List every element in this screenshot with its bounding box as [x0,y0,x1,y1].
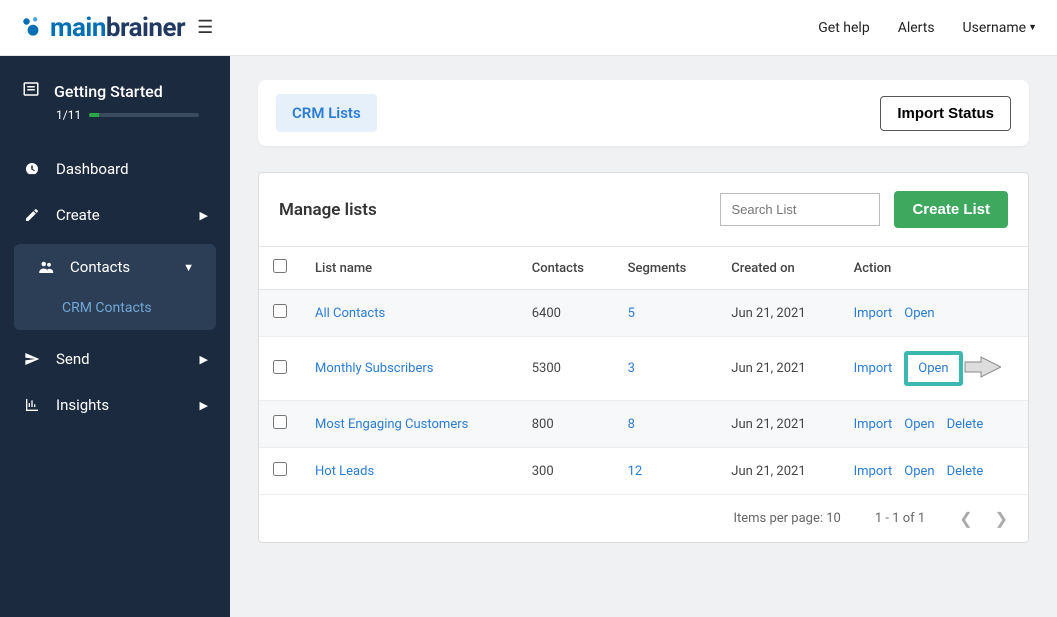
menu-icon[interactable]: ☰ [197,17,213,38]
sidebar-item-label: Insights [56,396,109,414]
chevron-right-icon: ▶ [200,209,208,222]
action-open[interactable]: Open [904,464,934,479]
pagination: Items per page: 10 1 - 1 of 1 ❮ ❯ [259,495,1028,542]
sidebar-item-label: Send [56,350,90,368]
action-delete[interactable]: Delete [947,417,984,432]
progress-bar [89,113,199,117]
col-created: Created on [717,247,839,290]
action-import[interactable]: Import [854,464,893,479]
list-name-link[interactable]: Monthly Subscribers [315,361,433,376]
segments-link[interactable]: 3 [628,361,635,376]
action-import[interactable]: Import [854,361,893,376]
next-page-button[interactable]: ❯ [995,509,1008,528]
list-name-link[interactable]: Hot Leads [315,464,374,479]
list-card: Manage lists Create List List name Conta… [258,172,1029,543]
items-per-page: Items per page: 10 [733,511,840,526]
alerts-link[interactable]: Alerts [898,20,935,36]
getting-started-label: Getting Started [54,82,163,101]
table-row: All Contacts 6400 5 Jun 21, 2021 Import … [259,290,1028,337]
chevron-right-icon: ▶ [200,353,208,366]
row-checkbox[interactable] [273,415,287,429]
pencil-icon [22,207,42,223]
action-delete[interactable]: Delete [947,464,984,479]
row-checkbox[interactable] [273,304,287,318]
chevron-down-icon: ▼ [1028,22,1037,33]
sidebar-item-label: Create [56,206,100,224]
sidebar-item-contacts[interactable]: Contacts ▼ [14,244,216,290]
sidebar-item-label: Contacts [70,258,130,276]
chevron-down-icon: ▼ [183,261,194,274]
list-name-link[interactable]: All Contacts [315,306,385,321]
list-name-link[interactable]: Most Engaging Customers [315,417,468,432]
sidebar-item-dashboard[interactable]: Dashboard [0,146,230,192]
logo-text: mainbrainer [50,13,185,43]
contacts-cell: 5300 [518,337,614,401]
chart-icon [22,397,42,413]
segments-link[interactable]: 5 [628,306,635,321]
highlighted-open-annotation: Open [904,351,962,386]
row-checkbox[interactable] [273,360,287,374]
create-list-button[interactable]: Create List [894,191,1008,228]
page-range: 1 - 1 of 1 [875,511,925,526]
list-header: Manage lists Create List [259,173,1028,246]
sidebar-item-contacts-group: Contacts ▼ CRM Contacts [14,244,216,330]
table-header-row: List name Contacts Segments Created on A… [259,247,1028,290]
sidebar-getting-started[interactable]: Getting Started 1/11 [0,80,230,146]
table-row: Hot Leads 300 12 Jun 21, 2021 Import Ope… [259,448,1028,495]
tab-crm-lists[interactable]: CRM Lists [276,94,377,132]
sidebar-item-send[interactable]: Send ▶ [0,336,230,382]
select-all-checkbox[interactable] [273,259,287,273]
sidebar: Getting Started 1/11 Dashboard Create ▶ [0,56,230,617]
contacts-cell: 6400 [518,290,614,337]
action-import[interactable]: Import [854,417,893,432]
row-checkbox[interactable] [273,462,287,476]
top-header: mainbrainer ☰ Get help Alerts Username ▼ [0,0,1057,56]
sidebar-sub-crm-contacts[interactable]: CRM Contacts [14,290,216,330]
paper-plane-icon [22,351,42,367]
get-help-link[interactable]: Get help [818,20,869,36]
col-contacts: Contacts [518,247,614,290]
table-row: Most Engaging Customers 800 8 Jun 21, 20… [259,401,1028,448]
contacts-cell: 300 [518,448,614,495]
contacts-cell: 800 [518,401,614,448]
action-open[interactable]: Open [904,417,934,432]
action-import[interactable]: Import [854,306,893,321]
import-status-button[interactable]: Import Status [880,96,1011,131]
manage-lists-title: Manage lists [279,200,377,220]
sidebar-item-insights[interactable]: Insights ▶ [0,382,230,428]
action-open[interactable]: Open [904,306,934,321]
users-icon [36,258,56,276]
search-input[interactable] [720,193,880,226]
segments-link[interactable]: 12 [628,464,643,479]
col-list-name: List name [301,247,518,290]
header-right: Get help Alerts Username ▼ [818,20,1037,36]
sidebar-item-label: Dashboard [56,160,129,178]
pointer-arrow-icon [963,354,1001,384]
chevron-right-icon: ▶ [200,399,208,412]
getting-started-progress: 1/11 [56,108,81,122]
created-cell: Jun 21, 2021 [717,337,839,401]
action-open[interactable]: Open [918,361,948,376]
col-segments: Segments [614,247,718,290]
main-content: CRM Lists Import Status Manage lists Cre… [230,56,1057,617]
list-icon [22,80,40,102]
gauge-icon [22,160,42,178]
table-row: Monthly Subscribers 5300 3 Jun 21, 2021 … [259,337,1028,401]
top-card: CRM Lists Import Status [258,80,1029,146]
username-menu[interactable]: Username ▼ [963,20,1037,36]
sidebar-item-create[interactable]: Create ▶ [0,192,230,238]
col-action: Action [840,247,1028,290]
prev-page-button[interactable]: ❮ [959,509,972,528]
lists-table: List name Contacts Segments Created on A… [259,246,1028,495]
created-cell: Jun 21, 2021 [717,290,839,337]
logo-icon [20,15,46,41]
segments-link[interactable]: 8 [628,417,635,432]
created-cell: Jun 21, 2021 [717,448,839,495]
created-cell: Jun 21, 2021 [717,401,839,448]
logo[interactable]: mainbrainer [20,13,185,43]
